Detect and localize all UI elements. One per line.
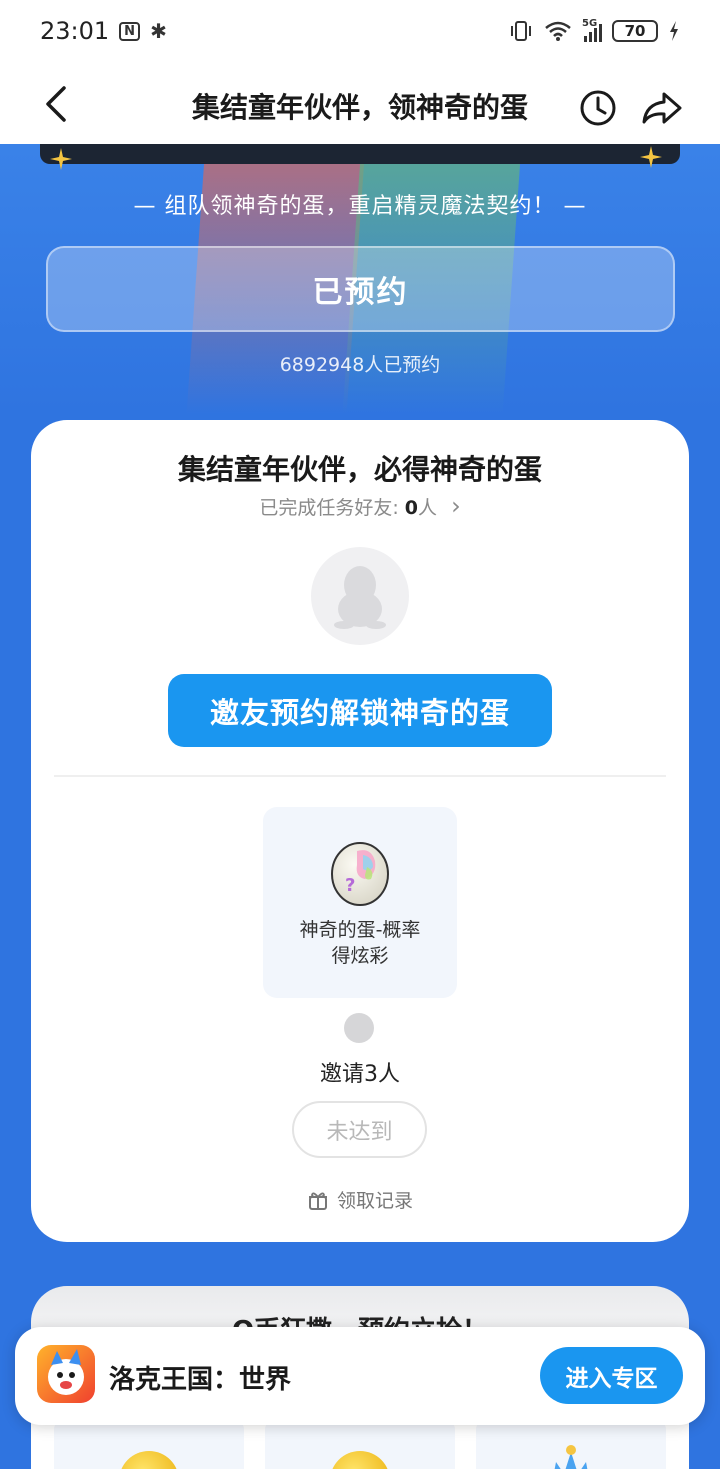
charging-icon bbox=[670, 21, 678, 41]
coin-icon bbox=[330, 1451, 390, 1469]
status-right: 5G 70 bbox=[508, 18, 680, 42]
hero-banner: — 组队领神奇的蛋，重启精灵魔法契约！ — 已预约 6892948人已预约 bbox=[0, 144, 720, 414]
chevron-right-icon: › bbox=[451, 492, 461, 520]
vibrate-icon bbox=[511, 21, 531, 41]
claim-record-link[interactable]: 领取记录 bbox=[31, 1186, 689, 1213]
app-name: 洛克王国：世界 bbox=[109, 1365, 292, 1395]
progress-dot bbox=[344, 1013, 374, 1043]
network-type: 5G bbox=[582, 18, 598, 29]
wifi-icon bbox=[545, 21, 571, 41]
app-icon[interactable] bbox=[37, 1345, 95, 1403]
reserved-button[interactable]: 已预约 bbox=[46, 246, 675, 332]
reserve-count: 6892948人已预约 bbox=[279, 354, 441, 376]
battery-indicator: 70 bbox=[612, 20, 658, 42]
status-left: 23:01 N ✱ bbox=[40, 17, 167, 45]
claim-status-button[interactable]: 未达到 bbox=[292, 1101, 427, 1158]
claim-record-label: 领取记录 bbox=[336, 1190, 413, 1212]
reward-item[interactable]: ? 神奇的蛋-概率得炫彩 bbox=[263, 807, 457, 998]
roco-mascot-icon bbox=[48, 1349, 84, 1395]
friends-unit: 人 bbox=[418, 497, 438, 519]
invite-card: 集结童年伙伴，必得神奇的蛋 已完成任务好友: 0人 › 邀友预约解锁神奇的蛋 ? bbox=[31, 420, 689, 1242]
back-arrow-icon[interactable] bbox=[40, 84, 76, 124]
invite-target-label: 邀请3人 bbox=[320, 1062, 400, 1087]
nfc-icon: N bbox=[119, 21, 141, 41]
hero-banner-strip bbox=[40, 144, 680, 164]
history-clock-icon[interactable] bbox=[578, 88, 618, 128]
friend-avatar-placeholder[interactable] bbox=[311, 547, 409, 645]
gift-icon bbox=[308, 1192, 327, 1210]
reward-name: 神奇的蛋-概率得炫彩 bbox=[299, 919, 421, 967]
bluetooth-icon: ✱ bbox=[150, 19, 167, 43]
nav-bar: 集结童年伙伴，领神奇的蛋 bbox=[0, 62, 720, 144]
app-entry-bar: 洛克王国：世界 进入专区 bbox=[15, 1327, 705, 1425]
hero-subtitle: — 组队领神奇的蛋，重启精灵魔法契约！ — bbox=[133, 194, 587, 219]
friends-count: 0 bbox=[404, 497, 418, 519]
friends-label: 已完成任务好友: bbox=[259, 497, 405, 519]
status-time: 23:01 bbox=[40, 17, 110, 45]
page-title: 集结童年伙伴，领神奇的蛋 bbox=[191, 91, 528, 124]
enter-zone-button[interactable]: 进入专区 bbox=[540, 1347, 683, 1404]
divider bbox=[54, 775, 666, 777]
share-icon[interactable] bbox=[640, 88, 684, 128]
invite-friends-button[interactable]: 邀友预约解锁神奇的蛋 bbox=[168, 674, 552, 747]
magic-egg-icon: ? bbox=[331, 842, 389, 906]
svg-text:?: ? bbox=[345, 875, 355, 896]
mascot-icon bbox=[554, 1445, 588, 1469]
penguin-avatar-icon bbox=[334, 566, 386, 629]
sparkle-icon bbox=[640, 146, 662, 168]
card-title: 集结童年伙伴，必得神奇的蛋 bbox=[177, 453, 542, 486]
status-bar: 23:01 N ✱ 5G 70 bbox=[0, 0, 720, 62]
completed-friends-link[interactable]: 已完成任务好友: 0人 › bbox=[31, 492, 689, 520]
signal-icon: 5G bbox=[582, 18, 602, 42]
sparkle-icon bbox=[50, 148, 72, 170]
coin-icon bbox=[119, 1451, 179, 1469]
